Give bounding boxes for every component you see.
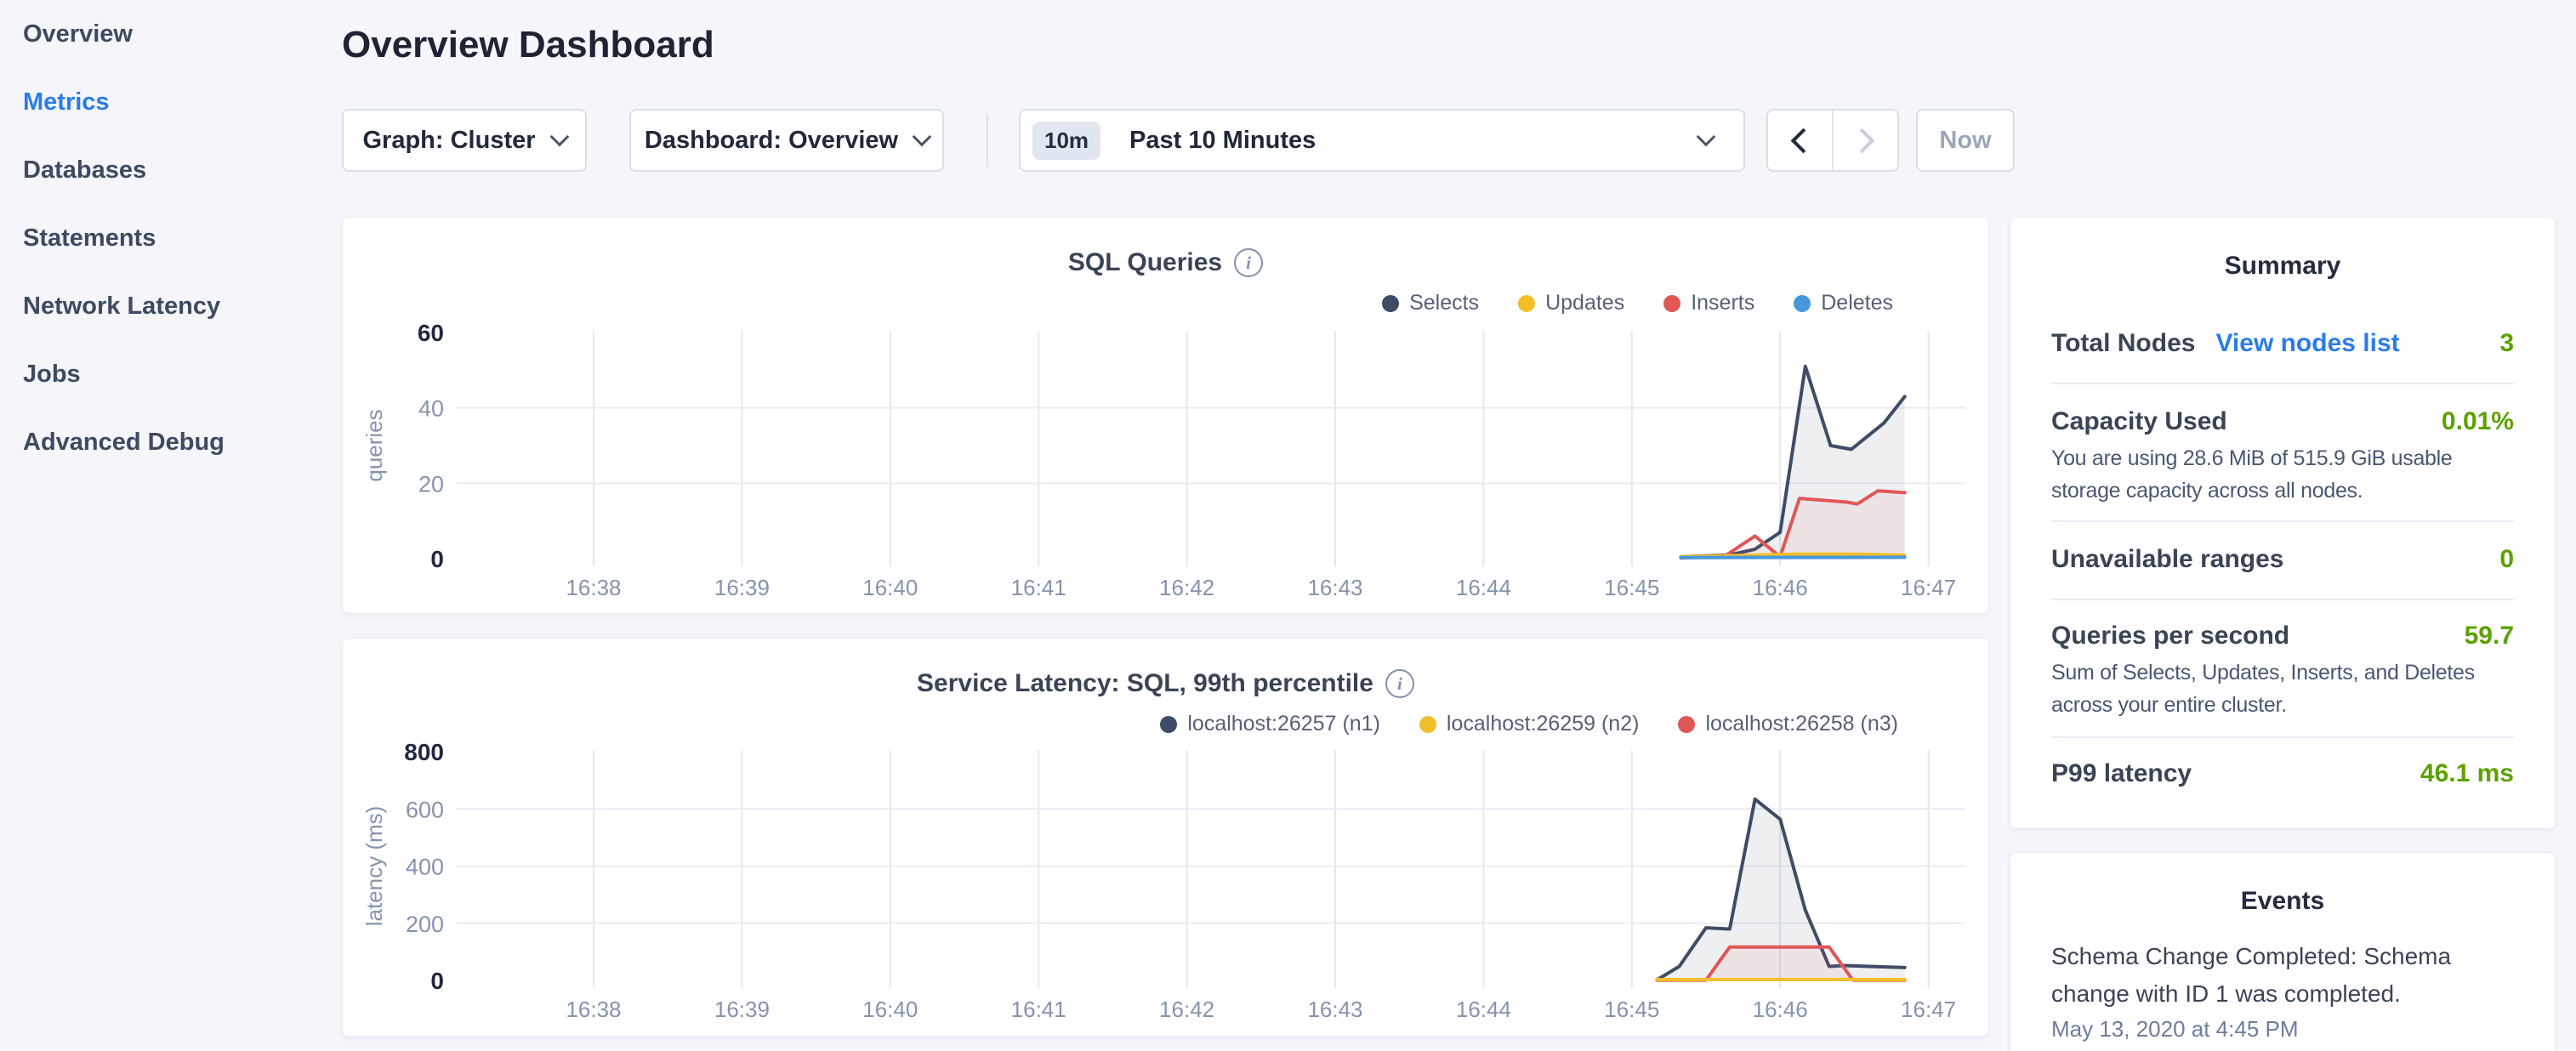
svg-text:16:46: 16:46 (1753, 997, 1808, 1022)
svg-text:16:47: 16:47 (1901, 575, 1956, 600)
graph-dropdown-label: Graph: Cluster (362, 127, 535, 155)
unavailable-ranges-value: 0 (2499, 545, 2514, 574)
p99-latency-label: P99 latency (2051, 759, 2192, 788)
capacity-used-label: Capacity Used (2051, 407, 2227, 436)
chevron-right-icon (1850, 128, 1875, 153)
sql-queries-card: SQL Queries i Selects Updates Inserts De… (342, 217, 1989, 614)
chevron-down-icon (1697, 128, 1716, 147)
svg-text:20: 20 (418, 471, 444, 497)
svg-text:16:38: 16:38 (566, 575, 621, 600)
divider (2051, 736, 2514, 738)
summary-title: Summary (2010, 252, 2555, 281)
chevron-down-icon (549, 128, 569, 147)
service-latency-card: Service Latency: SQL, 99th percentile i … (342, 638, 1989, 1037)
sidebar-item-overview[interactable]: Overview (0, 0, 342, 68)
time-range-badge: 10m (1032, 122, 1100, 160)
svg-text:600: 600 (406, 797, 444, 822)
svg-text:40: 40 (418, 396, 444, 422)
svg-text:16:40: 16:40 (862, 575, 918, 600)
svg-text:16:42: 16:42 (1159, 997, 1214, 1022)
event-item[interactable]: Schema Change Completed: Schema change w… (2051, 938, 2459, 1013)
svg-text:60: 60 (418, 320, 444, 346)
dashboard-dropdown[interactable]: Dashboard: Overview (629, 109, 944, 172)
svg-text:16:43: 16:43 (1307, 575, 1362, 600)
svg-text:16:40: 16:40 (862, 997, 918, 1022)
now-button[interactable]: Now (1916, 109, 2015, 172)
summary-row-p99: P99 latency 46.1 ms (2051, 757, 2514, 791)
summary-row-qps: Queries per second 59.7 (2051, 619, 2514, 653)
svg-text:0: 0 (430, 968, 444, 994)
total-nodes-value: 3 (2499, 329, 2514, 358)
events-panel: Events Schema Change Completed: Schema c… (2010, 852, 2556, 1051)
divider (2051, 383, 2514, 384)
next-range-button[interactable] (1832, 111, 1897, 170)
svg-text:800: 800 (404, 739, 444, 765)
unavailable-ranges-label: Unavailable ranges (2051, 545, 2283, 574)
svg-text:16:39: 16:39 (714, 997, 770, 1022)
sidebar-item-advanced-debug[interactable]: Advanced Debug (0, 408, 342, 476)
time-step-buttons (1766, 109, 1899, 172)
svg-text:16:44: 16:44 (1456, 575, 1511, 600)
svg-text:16:45: 16:45 (1604, 575, 1659, 600)
svg-text:16:38: 16:38 (566, 997, 621, 1022)
svg-text:16:42: 16:42 (1159, 575, 1214, 600)
sidebar-nav: Overview Metrics Databases Statements Ne… (0, 0, 342, 476)
sidebar-item-jobs[interactable]: Jobs (0, 340, 342, 408)
qps-description: Sum of Selects, Updates, Inserts, and De… (2051, 656, 2514, 721)
svg-text:16:41: 16:41 (1011, 575, 1066, 600)
graph-dropdown[interactable]: Graph: Cluster (342, 109, 587, 172)
event-timestamp: May 13, 2020 at 4:45 PM (2051, 1016, 2299, 1042)
dashboard-dropdown-label: Dashboard: Overview (645, 127, 898, 155)
controls-divider (987, 114, 988, 167)
summary-panel: Summary Total Nodes View nodes list 3 Ca… (2010, 217, 2556, 829)
qps-value: 59.7 (2465, 622, 2514, 650)
divider (2051, 520, 2514, 522)
summary-row-unavailable: Unavailable ranges 0 (2051, 543, 2514, 577)
view-nodes-list-link[interactable]: View nodes list (2215, 329, 2399, 358)
sidebar-item-databases[interactable]: Databases (0, 136, 342, 204)
summary-row-capacity: Capacity Used 0.01% (2051, 405, 2514, 439)
overview-dashboard-page: Overview Metrics Databases Statements Ne… (0, 0, 2576, 1051)
capacity-used-description: You are using 28.6 MiB of 515.9 GiB usab… (2051, 442, 2514, 507)
svg-text:16:46: 16:46 (1753, 575, 1808, 600)
svg-text:16:47: 16:47 (1901, 997, 1956, 1022)
page-title: Overview Dashboard (342, 24, 714, 66)
total-nodes-label: Total Nodes (2051, 329, 2195, 358)
svg-text:latency (ms): latency (ms) (361, 806, 387, 927)
divider (2051, 599, 2514, 600)
svg-text:400: 400 (406, 855, 444, 880)
sidebar-item-metrics[interactable]: Metrics (0, 68, 342, 136)
qps-label: Queries per second (2051, 622, 2289, 650)
svg-text:200: 200 (406, 912, 444, 937)
prev-range-button[interactable] (1768, 111, 1832, 170)
svg-text:queries: queries (361, 409, 387, 481)
summary-row-total-nodes: Total Nodes View nodes list 3 (2051, 327, 2514, 361)
sidebar-item-statements[interactable]: Statements (0, 204, 342, 272)
chevron-down-icon (913, 128, 932, 147)
svg-text:16:41: 16:41 (1011, 997, 1066, 1022)
svg-text:16:45: 16:45 (1604, 997, 1659, 1022)
sql-queries-plot[interactable]: 16:38 16:39 16:40 16:41 16:42 16:43 16:44 16:45… (343, 218, 1990, 615)
sidebar-item-network-latency[interactable]: Network Latency (0, 272, 342, 340)
svg-text:16:44: 16:44 (1456, 997, 1511, 1022)
events-title: Events (2010, 887, 2555, 916)
svg-text:0: 0 (430, 546, 444, 572)
capacity-used-value: 0.01% (2442, 407, 2514, 436)
time-range-label: Past 10 Minutes (1129, 127, 1316, 155)
service-latency-plot[interactable]: 16:38 16:39 16:40 16:41 16:42 16:43 16:44 16:45… (343, 639, 1990, 1037)
chevron-left-icon (1791, 128, 1817, 153)
svg-text:16:39: 16:39 (714, 575, 770, 600)
time-range-dropdown[interactable]: 10m Past 10 Minutes (1019, 109, 1745, 172)
p99-latency-value: 46.1 ms (2420, 759, 2514, 788)
svg-text:16:43: 16:43 (1307, 997, 1362, 1022)
